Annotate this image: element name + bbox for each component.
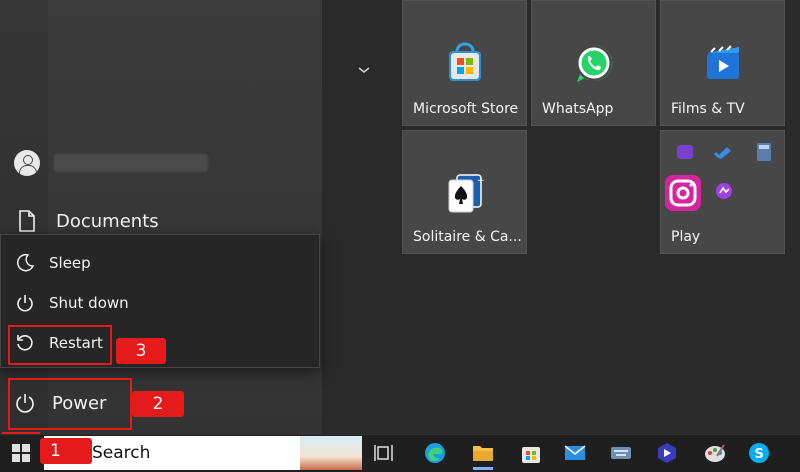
mail-icon[interactable] [562,440,588,466]
shutdown-menu-item[interactable]: Shut down [15,291,129,315]
tile-label: Play [671,229,701,245]
tile-microsoft-store[interactable]: Microsoft Store [402,0,527,126]
store-icon[interactable] [518,440,544,466]
documents-item[interactable]: Documents [18,210,159,232]
power-icon [17,295,33,312]
step-2-badge: 2 [132,391,184,417]
restart-highlight-box [8,325,112,365]
documents-label: Documents [56,210,159,232]
moon-icon [17,253,35,272]
tile-solitaire[interactable]: + Solitaire & Ca... [402,130,527,254]
step-3-badge: 3 [116,338,166,364]
paint-icon[interactable] [702,440,728,466]
sleep-menu-item[interactable]: Sleep [15,251,91,275]
play-folder-icon [665,143,771,211]
svg-text:S: S [755,447,764,462]
skype-icon[interactable]: S [746,440,772,466]
search-highlight-art [300,436,362,470]
document-icon [19,210,35,232]
tile-films-tv[interactable]: Films & TV [660,0,785,126]
user-account-row[interactable] [14,150,208,176]
solitaire-icon: + [448,174,485,213]
file-explorer-icon[interactable] [470,440,496,470]
search-placeholder: Search [92,443,151,463]
video-icon[interactable] [654,440,680,466]
shutdown-label: Shut down [49,294,129,312]
whatsapp-icon [576,44,612,82]
user-avatar-icon [14,150,40,176]
tile-label: Solitaire & Ca... [413,229,522,245]
user-name [54,154,208,172]
edge-icon[interactable] [422,440,448,466]
svg-text:+: + [477,176,485,186]
tile-label: WhatsApp [542,101,614,117]
tile-play-folder[interactable]: Play [660,130,785,254]
tile-label: Films & TV [671,101,745,117]
task-view-icon[interactable] [372,440,398,466]
start-button[interactable] [8,440,34,466]
active-indicator [473,467,493,470]
store-icon [448,42,481,81]
keyboard-icon[interactable] [608,440,634,466]
films-tv-icon [706,45,739,79]
power-highlight-box [8,378,132,430]
collapse-chevron-icon[interactable] [352,58,376,82]
tile-label: Microsoft Store [413,101,519,117]
step-1-badge: 1 [40,438,92,464]
windows-logo-icon [12,444,30,462]
sleep-label: Sleep [49,254,91,272]
tile-whatsapp[interactable]: WhatsApp [531,0,656,126]
